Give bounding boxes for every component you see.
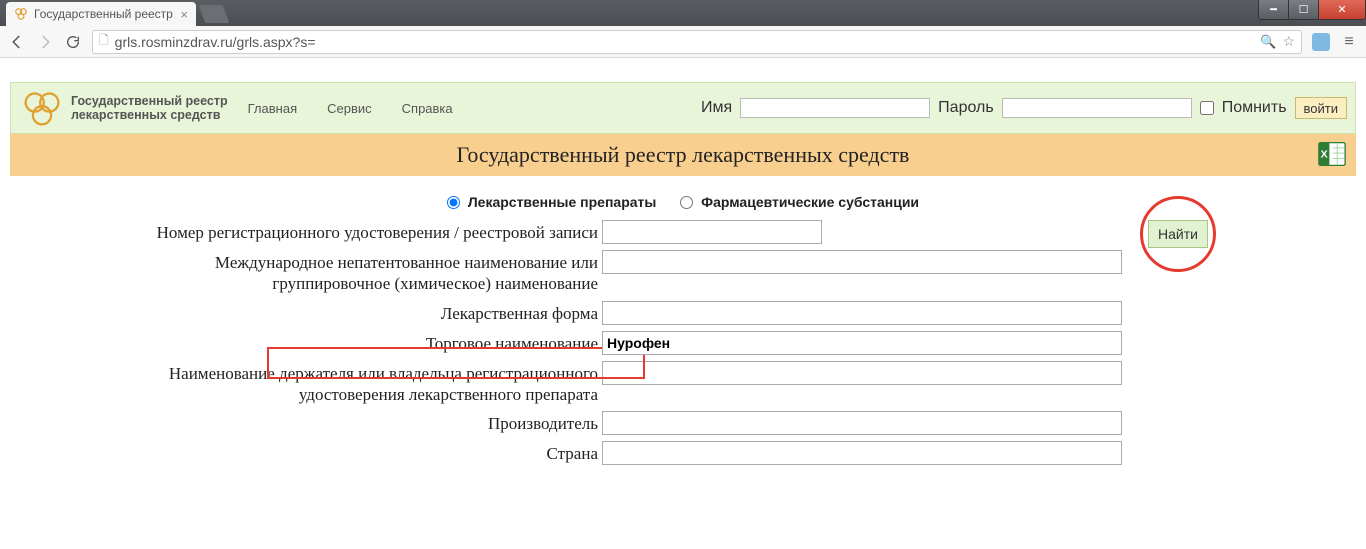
- svg-text:X: X: [1321, 149, 1328, 161]
- bookmark-icon[interactable]: ☆: [1282, 33, 1295, 50]
- label-country: Страна: [138, 441, 598, 464]
- input-manufacturer[interactable]: [602, 411, 1122, 435]
- site-header: Государственный реестрлекарственных сред…: [10, 82, 1356, 134]
- browser-toolbar: 🗋 grls.rosminzdrav.ru/grls.aspx?s= 🔍 ☆ ≡: [0, 26, 1366, 58]
- input-holder[interactable]: [602, 361, 1122, 385]
- site-logo: [19, 87, 65, 129]
- tab-title: Государственный реестр: [34, 7, 176, 21]
- address-bar[interactable]: 🗋 grls.rosminzdrav.ru/grls.aspx?s= 🔍 ☆: [92, 30, 1302, 54]
- input-country[interactable]: [602, 441, 1122, 465]
- page-title: Государственный реестр лекарственных сре…: [457, 142, 910, 168]
- login-name-input[interactable]: [740, 98, 930, 118]
- menu-icon[interactable]: ≡: [1340, 33, 1358, 51]
- input-inn[interactable]: [602, 250, 1122, 274]
- label-dosage-form: Лекарственная форма: [138, 301, 598, 324]
- label-reg-number: Номер регистрационного удостоверения / р…: [138, 220, 598, 243]
- new-tab-button[interactable]: [199, 5, 230, 23]
- login-button[interactable]: войти: [1295, 97, 1347, 119]
- tab-close-icon[interactable]: ×: [180, 7, 188, 22]
- nav-service[interactable]: Сервис: [327, 101, 372, 116]
- browser-tab[interactable]: Государственный реестр ×: [6, 2, 196, 26]
- label-trade-name: Торговое наименование: [138, 331, 598, 354]
- login-pass-label: Пароль: [938, 99, 994, 117]
- window-controls: ━ ☐ ✕: [1258, 0, 1366, 20]
- login-name-label: Имя: [701, 99, 732, 117]
- find-button[interactable]: Найти: [1148, 220, 1208, 248]
- reload-icon[interactable]: [64, 33, 82, 51]
- tab-favicon: [14, 7, 28, 21]
- remember-checkbox[interactable]: [1200, 101, 1214, 115]
- browser-tab-strip: Государственный реестр × ━ ☐ ✕: [0, 0, 1366, 26]
- login-area: Имя Пароль Помнить войти: [701, 97, 1347, 119]
- login-pass-input[interactable]: [1002, 98, 1192, 118]
- window-minimize-button[interactable]: ━: [1258, 0, 1288, 20]
- url-text: grls.rosminzdrav.ru/grls.aspx?s=: [115, 34, 1261, 50]
- window-close-button[interactable]: ✕: [1318, 0, 1366, 20]
- search-form: Номер регистрационного удостоверения / р…: [10, 220, 1356, 465]
- input-trade-name[interactable]: [602, 331, 1122, 355]
- label-inn: Международное непатентованное наименован…: [138, 250, 598, 295]
- nav-help[interactable]: Справка: [402, 101, 453, 116]
- search-button-area: Найти: [1128, 220, 1228, 248]
- export-excel-icon[interactable]: X: [1318, 140, 1346, 168]
- registry-type-radios: Лекарственные препараты Фармацевтические…: [10, 176, 1356, 220]
- main-nav: Главная Сервис Справка: [248, 101, 453, 116]
- window-maximize-button[interactable]: ☐: [1288, 0, 1318, 20]
- site-brand: Государственный реестрлекарственных сред…: [71, 94, 228, 123]
- input-reg-number[interactable]: [602, 220, 822, 244]
- forward-icon[interactable]: [36, 33, 54, 51]
- radio-substances-input[interactable]: [680, 196, 693, 209]
- back-icon[interactable]: [8, 33, 26, 51]
- label-manufacturer: Производитель: [138, 411, 598, 434]
- zoom-icon[interactable]: 🔍: [1260, 34, 1276, 50]
- radio-drugs[interactable]: Лекарственные препараты: [447, 194, 656, 210]
- extension-icon[interactable]: [1312, 33, 1330, 51]
- nav-home[interactable]: Главная: [248, 101, 297, 116]
- remember-label: Помнить: [1222, 99, 1287, 117]
- page-icon: 🗋: [99, 31, 109, 52]
- input-dosage-form[interactable]: [602, 301, 1122, 325]
- radio-substances[interactable]: Фармацевтические субстанции: [680, 194, 919, 210]
- page-title-band: Государственный реестр лекарственных сре…: [10, 134, 1356, 176]
- label-holder: Наименование держателя или владельца рег…: [138, 361, 598, 406]
- radio-drugs-input[interactable]: [447, 196, 460, 209]
